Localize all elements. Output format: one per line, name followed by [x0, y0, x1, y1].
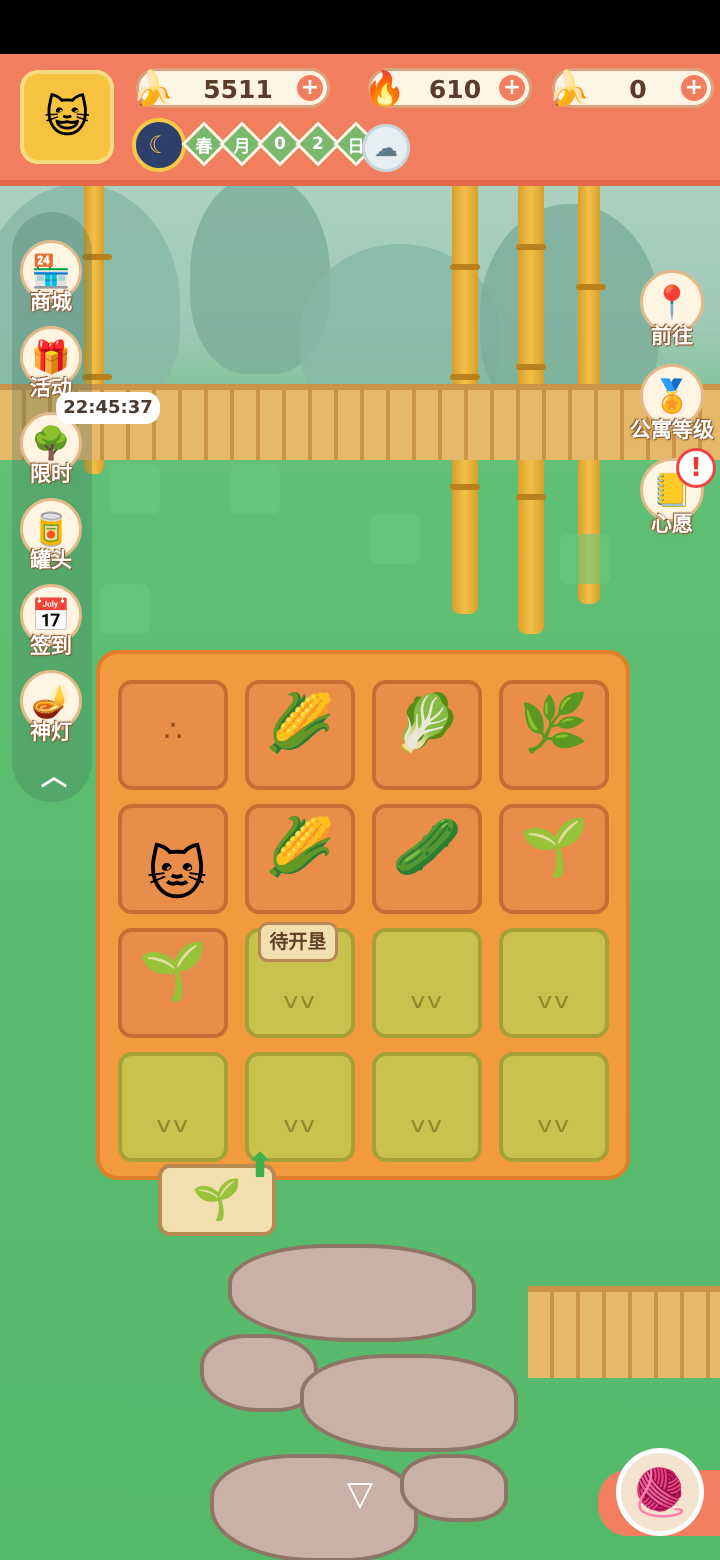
goto-button[interactable]: 📍 前往 — [620, 270, 720, 350]
apartment-level-button[interactable]: 🏅 公寓等级 — [620, 364, 720, 444]
grass-tile — [560, 534, 610, 584]
menu-shop-button[interactable]: 🏪 商城 — [14, 240, 88, 316]
soil-plot[interactable]: 🥬 — [372, 680, 482, 790]
none-icon: ᵥᵥ — [537, 972, 571, 1018]
player-avatar[interactable]: 😺 — [20, 70, 114, 164]
stepping-stone — [400, 1454, 508, 1522]
none-icon: ᵥᵥ — [283, 1096, 317, 1142]
uncultivated-plot[interactable]: ᵥᵥ — [118, 1052, 228, 1162]
blue-banana-icon: 🍌 — [547, 69, 591, 109]
uncultivated-plot[interactable]: ᵥᵥ — [372, 1052, 482, 1162]
chevron-down-icon[interactable]: ▽ — [334, 1474, 386, 1514]
uncultivated-plot[interactable]: ᵥᵥ — [499, 1052, 609, 1162]
yarn-ball-button[interactable]: 🧶 — [616, 1448, 704, 1536]
resource-blue-banana: 🍌 0 + — [548, 68, 714, 109]
uncultivated-plot[interactable]: ᵥᵥ — [499, 928, 609, 1038]
uncultivated-plot[interactable]: ᵥᵥ — [372, 928, 482, 1038]
day-night-clock-icon[interactable]: ☾ — [132, 118, 186, 172]
wooden-fence — [528, 1286, 720, 1378]
soil-plot[interactable]: 🌽 — [245, 680, 355, 790]
resource-value: 0 — [629, 75, 647, 104]
stepping-stone — [210, 1454, 418, 1560]
soil-plot[interactable]: 🌱 — [499, 804, 609, 914]
add-flame-button[interactable]: + — [499, 75, 525, 101]
resource-value: 610 — [428, 75, 482, 104]
soil-plot[interactable]: 🌽 — [245, 804, 355, 914]
seeds-icon: ∴ — [163, 714, 183, 749]
soil-plot[interactable]: ∴ — [118, 680, 228, 790]
none-icon: ᵥᵥ — [410, 972, 444, 1018]
soil-plot[interactable]: 🌿 — [499, 680, 609, 790]
menu-label: 签到 — [30, 634, 72, 658]
grass-tile — [110, 464, 160, 514]
upgrade-arrow-icon[interactable]: ⬆ — [240, 1146, 280, 1186]
yarn-ball-icon: 🧶 — [631, 1464, 689, 1519]
resource-banana: 🍌 5511 + — [132, 68, 330, 109]
none-icon: ᵥᵥ — [283, 972, 317, 1018]
right-menu-label: 心愿 — [651, 512, 693, 536]
calendar-date: 春 月 0 2 日 — [181, 121, 379, 167]
soil-plot[interactable]: 🥒 — [372, 804, 482, 914]
pending-cultivation-sign[interactable]: 待开垦 — [258, 922, 338, 962]
grass-tile — [230, 464, 280, 514]
corn-icon: 🌽 — [265, 815, 335, 880]
grass-tile — [100, 584, 150, 634]
none-icon: ᵥᵥ — [537, 1096, 571, 1142]
right-menu-label: 前往 — [651, 324, 693, 348]
collapse-menu-button[interactable]: ︿ — [34, 756, 74, 792]
cat-farmer-with-watering-can[interactable]: 🐱 — [128, 840, 226, 920]
chevron-up-icon: ︿ — [40, 762, 67, 792]
add-blue-banana-button[interactable]: + — [681, 75, 707, 101]
menu-can-button[interactable]: 🥫 罐头 — [14, 498, 88, 574]
rain-cloud-icon[interactable]: ☁ — [362, 124, 410, 172]
cat-face-icon: 😺 — [44, 91, 90, 143]
seedling-icon: 🌱 — [138, 939, 208, 1004]
none-icon: ᵥᵥ — [156, 1096, 190, 1142]
none-icon: ᵥᵥ — [410, 1096, 444, 1142]
leafy-icon: 🥬 — [392, 691, 462, 756]
sprout-icon: 🌿 — [519, 691, 589, 756]
right-menu-label: 公寓等级 — [630, 418, 714, 442]
grass-tile — [370, 514, 420, 564]
resource-flame: 🔥 610 + — [364, 68, 532, 109]
limited-timer: 22:45:37 — [56, 392, 160, 424]
menu-label: 神灯 — [30, 720, 72, 744]
menu-lamp-button[interactable]: 🪔 神灯 — [14, 670, 88, 746]
sprout-icon: 🌱 — [192, 1177, 242, 1223]
menu-label: 罐头 — [30, 548, 72, 572]
resource-value: 5511 — [203, 75, 273, 104]
seedling-icon: 🌱 — [519, 815, 589, 880]
corn-icon: 🌽 — [265, 691, 335, 756]
add-banana-button[interactable]: + — [297, 75, 323, 101]
menu-label: 商城 — [30, 290, 72, 314]
stepping-stone — [300, 1354, 518, 1452]
flame-icon: 🔥 — [363, 69, 407, 109]
star-plant-icon: 🥒 — [392, 815, 462, 880]
banana-icon: 🍌 — [131, 69, 175, 109]
menu-event-button[interactable]: 🎁 活动 — [14, 326, 88, 402]
alert-badge-icon: ! — [676, 448, 716, 488]
soil-plot[interactable]: 🌱 — [118, 928, 228, 1038]
stepping-stone — [228, 1244, 476, 1342]
menu-label: 限时 — [30, 462, 72, 486]
menu-checkin-button[interactable]: 📅 签到 — [14, 584, 88, 660]
